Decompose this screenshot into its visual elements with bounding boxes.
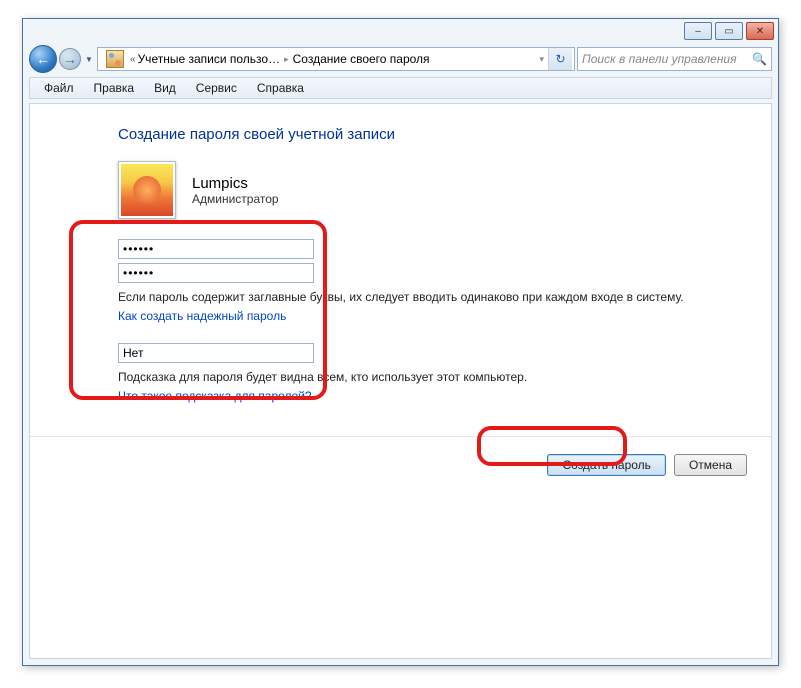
menu-file[interactable]: Файл: [36, 79, 82, 97]
window-controls: – ▭ ✕: [684, 22, 774, 40]
refresh-button[interactable]: ↻: [548, 48, 572, 70]
window: – ▭ ✕ ← → ▼ « Учетные записи пользо… ▸ С…: [22, 18, 779, 666]
user-accounts-icon: [106, 50, 124, 68]
page-title: Создание пароля своей учетной записи: [30, 104, 771, 143]
maximize-button[interactable]: ▭: [715, 22, 743, 40]
breadcrumb-segment[interactable]: Создание своего пароля: [293, 52, 430, 66]
separator: [30, 436, 771, 437]
menu-edit[interactable]: Правка: [86, 79, 143, 97]
menu-view[interactable]: Вид: [146, 79, 184, 97]
search-icon: 🔍: [752, 52, 767, 66]
forward-button[interactable]: →: [59, 48, 81, 70]
breadcrumb[interactable]: « Учетные записи пользо… ▸ Создание свое…: [97, 47, 575, 71]
what-is-hint-link[interactable]: Что такое подсказка для паролей?: [118, 389, 312, 403]
password-hint-field[interactable]: [118, 343, 314, 363]
user-block: Lumpics Администратор: [118, 161, 771, 219]
search-input[interactable]: Поиск в панели управления 🔍: [577, 47, 772, 71]
close-button[interactable]: ✕: [746, 22, 774, 40]
avatar: [118, 161, 176, 219]
strong-password-link[interactable]: Как создать надежный пароль: [118, 309, 286, 323]
create-password-button[interactable]: Создать пароль: [547, 454, 665, 476]
back-button[interactable]: ←: [29, 45, 57, 73]
cancel-button[interactable]: Отмена: [674, 454, 747, 476]
nav-history-dropdown[interactable]: ▼: [83, 50, 95, 68]
chevron-right-icon: ▸: [280, 54, 293, 65]
user-name: Lumpics: [192, 175, 279, 192]
address-bar: ← → ▼ « Учетные записи пользо… ▸ Создани…: [29, 45, 772, 73]
user-role: Администратор: [192, 192, 279, 206]
menu-service[interactable]: Сервис: [188, 79, 245, 97]
caps-warning-text: Если пароль содержит заглавные буквы, их…: [118, 289, 688, 306]
menu-help[interactable]: Справка: [249, 79, 312, 97]
button-row: Создать пароль Отмена: [547, 454, 747, 476]
hint-warning-text: Подсказка для пароля будет видна всем, к…: [118, 369, 688, 386]
menu-bar: Файл Правка Вид Сервис Справка: [29, 77, 772, 99]
content-area: Создание пароля своей учетной записи Lum…: [29, 103, 772, 659]
search-placeholder: Поиск в панели управления: [582, 52, 737, 66]
chevron-left-icon: «: [128, 54, 138, 65]
minimize-button[interactable]: –: [684, 22, 712, 40]
breadcrumb-segment[interactable]: Учетные записи пользо…: [138, 52, 281, 66]
new-password-field[interactable]: [118, 239, 314, 259]
confirm-password-field[interactable]: [118, 263, 314, 283]
chevron-down-icon[interactable]: ▾: [535, 54, 548, 65]
password-form: Если пароль содержит заглавные буквы, их…: [118, 239, 688, 413]
